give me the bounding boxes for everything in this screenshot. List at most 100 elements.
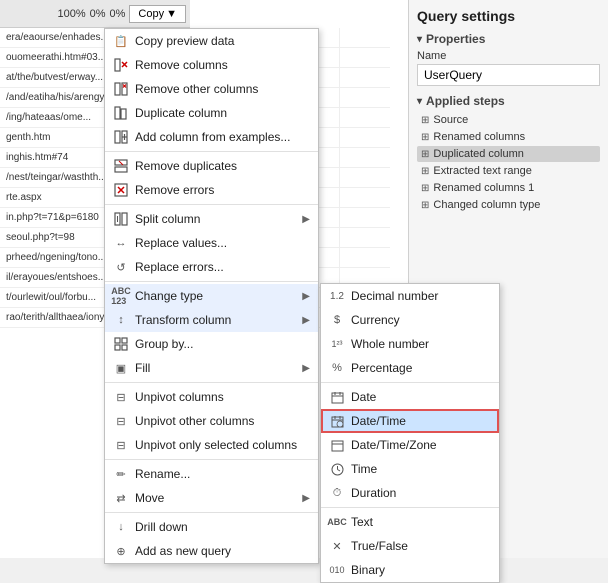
change-type-icon: ABC123	[113, 288, 129, 304]
submenu-item-label: Date/Time	[351, 414, 491, 428]
fill-icon: ▣	[113, 360, 129, 376]
percentage-icon: %	[329, 360, 345, 376]
datetime-icon	[329, 413, 345, 429]
menu-copy-preview[interactable]: 📋 Copy preview data	[105, 29, 318, 53]
step-renamed-columns-1[interactable]: ⊞ Renamed columns 1	[417, 180, 600, 196]
top-bar: 100% 0% 0% Copy ▼	[0, 0, 190, 28]
submenu-item-label: Decimal number	[351, 289, 491, 303]
menu-unpivot-only-selected[interactable]: ⊟ Unpivot only selected columns	[105, 433, 318, 457]
menu-divider	[105, 459, 318, 460]
step-renamed-columns[interactable]: ⊞ Renamed columns	[417, 129, 600, 145]
menu-remove-errors[interactable]: Remove errors	[105, 178, 318, 202]
submenu-item-label: Date	[351, 390, 491, 404]
step-icon: ⊞	[421, 166, 429, 177]
submenu-binary[interactable]: 010 Binary	[321, 558, 499, 582]
menu-unpivot-other-columns[interactable]: ⊟ Unpivot other columns	[105, 409, 318, 433]
query-name-input[interactable]	[417, 64, 600, 86]
menu-item-label: Change type	[135, 289, 296, 303]
submenu-item-label: Percentage	[351, 361, 491, 375]
submenu-datetimezone[interactable]: Date/Time/Zone	[321, 433, 499, 457]
menu-item-label: Remove other columns	[135, 82, 310, 96]
menu-item-label: Replace errors...	[135, 260, 310, 274]
copy-icon: 📋	[113, 33, 129, 49]
add-column-icon	[113, 129, 129, 145]
menu-item-label: Remove columns	[135, 58, 310, 72]
pct3-text: 0%	[110, 8, 126, 20]
copy-button[interactable]: Copy ▼	[129, 5, 186, 23]
menu-item-label: Add column from examples...	[135, 130, 310, 144]
menu-drill-down[interactable]: ↓ Drill down	[105, 515, 318, 539]
unpivot-selected-icon: ⊟	[113, 437, 129, 453]
menu-item-label: Move	[135, 491, 296, 505]
menu-change-type[interactable]: ABC123 Change type ▶ 1.2 Decimal number …	[105, 284, 318, 308]
split-column-icon	[113, 211, 129, 227]
submenu-item-label: Whole number	[351, 337, 491, 351]
text-icon: ABC	[329, 514, 345, 530]
menu-move[interactable]: ⇄ Move ▶	[105, 486, 318, 510]
step-changed-column-type[interactable]: ⊞ Changed column type	[417, 197, 600, 213]
applied-steps-section[interactable]: ▾ Applied steps	[417, 94, 600, 108]
remove-duplicates-icon	[113, 158, 129, 174]
step-source[interactable]: ⊞ Source	[417, 112, 600, 128]
menu-transform-column[interactable]: ↕ Transform column ▶	[105, 308, 318, 332]
submenu-whole-number[interactable]: 1²³ Whole number	[321, 332, 499, 356]
change-type-submenu: 1.2 Decimal number $ Currency 1²³ Whole …	[320, 283, 500, 583]
menu-item-label: Duplicate column	[135, 106, 310, 120]
submenu-text[interactable]: ABC Text	[321, 510, 499, 534]
transform-column-icon: ↕	[113, 312, 129, 328]
menu-item-label: Unpivot other columns	[135, 414, 310, 428]
arrow-icon: ▶	[302, 363, 310, 374]
binary-icon: 010	[329, 562, 345, 578]
menu-add-column-examples[interactable]: Add column from examples...	[105, 125, 318, 149]
date-icon	[329, 389, 345, 405]
step-label: Renamed columns	[433, 131, 525, 143]
menu-unpivot-columns[interactable]: ⊟ Unpivot columns	[105, 385, 318, 409]
unpivot-other-icon: ⊟	[113, 413, 129, 429]
submenu-datetime[interactable]: Date/Time	[321, 409, 499, 433]
submenu-currency[interactable]: $ Currency	[321, 308, 499, 332]
replace-values-icon: ↔	[113, 235, 129, 251]
step-extracted-text-range[interactable]: ⊞ Extracted text range	[417, 163, 600, 179]
submenu-true-false[interactable]: ✕ True/False	[321, 534, 499, 558]
menu-duplicate-column[interactable]: Duplicate column	[105, 101, 318, 125]
replace-errors-icon: ↺	[113, 259, 129, 275]
menu-group-by[interactable]: Group by...	[105, 332, 318, 356]
menu-replace-errors[interactable]: ↺ Replace errors...	[105, 255, 318, 279]
menu-remove-other-columns[interactable]: Remove other columns	[105, 77, 318, 101]
step-icon: ⊞	[421, 200, 429, 211]
menu-remove-duplicates[interactable]: Remove duplicates	[105, 154, 318, 178]
menu-fill[interactable]: ▣ Fill ▶	[105, 356, 318, 380]
step-icon: ⊞	[421, 132, 429, 143]
step-label: Extracted text range	[433, 165, 531, 177]
pct2-text: 0%	[90, 8, 106, 20]
menu-add-as-new-query[interactable]: ⊕ Add as new query	[105, 539, 318, 563]
step-icon: ⊞	[421, 149, 429, 160]
remove-errors-icon	[113, 182, 129, 198]
add-query-icon: ⊕	[113, 543, 129, 559]
submenu-time[interactable]: Time	[321, 457, 499, 481]
drill-down-icon: ↓	[113, 519, 129, 535]
submenu-percentage[interactable]: % Percentage	[321, 356, 499, 380]
submenu-item-label: Currency	[351, 313, 491, 327]
step-duplicated-column[interactable]: ⊞ Duplicated column	[417, 146, 600, 162]
time-icon	[329, 461, 345, 477]
whole-number-icon: 1²³	[329, 336, 345, 352]
properties-section[interactable]: ▾ Properties	[417, 32, 600, 46]
arrow-icon: ▶	[302, 315, 310, 326]
duplicate-column-icon	[113, 105, 129, 121]
submenu-duration[interactable]: ⏱ Duration	[321, 481, 499, 505]
step-label: Renamed columns 1	[433, 182, 534, 194]
steps-list: ⊞ Source ⊞ Renamed columns ⊞ Duplicated …	[417, 112, 600, 213]
menu-rename[interactable]: ✏ Rename...	[105, 462, 318, 486]
step-label: Changed column type	[433, 199, 540, 211]
menu-remove-columns[interactable]: Remove columns	[105, 53, 318, 77]
menu-replace-values[interactable]: ↔ Replace values...	[105, 231, 318, 255]
submenu-item-label: True/False	[351, 539, 491, 553]
menu-item-label: Add as new query	[135, 544, 310, 558]
menu-split-column[interactable]: Split column ▶	[105, 207, 318, 231]
arrow-icon: ▶	[302, 493, 310, 504]
submenu-item-label: Time	[351, 462, 491, 476]
submenu-decimal-number[interactable]: 1.2 Decimal number	[321, 284, 499, 308]
submenu-date[interactable]: Date	[321, 385, 499, 409]
currency-icon: $	[329, 312, 345, 328]
